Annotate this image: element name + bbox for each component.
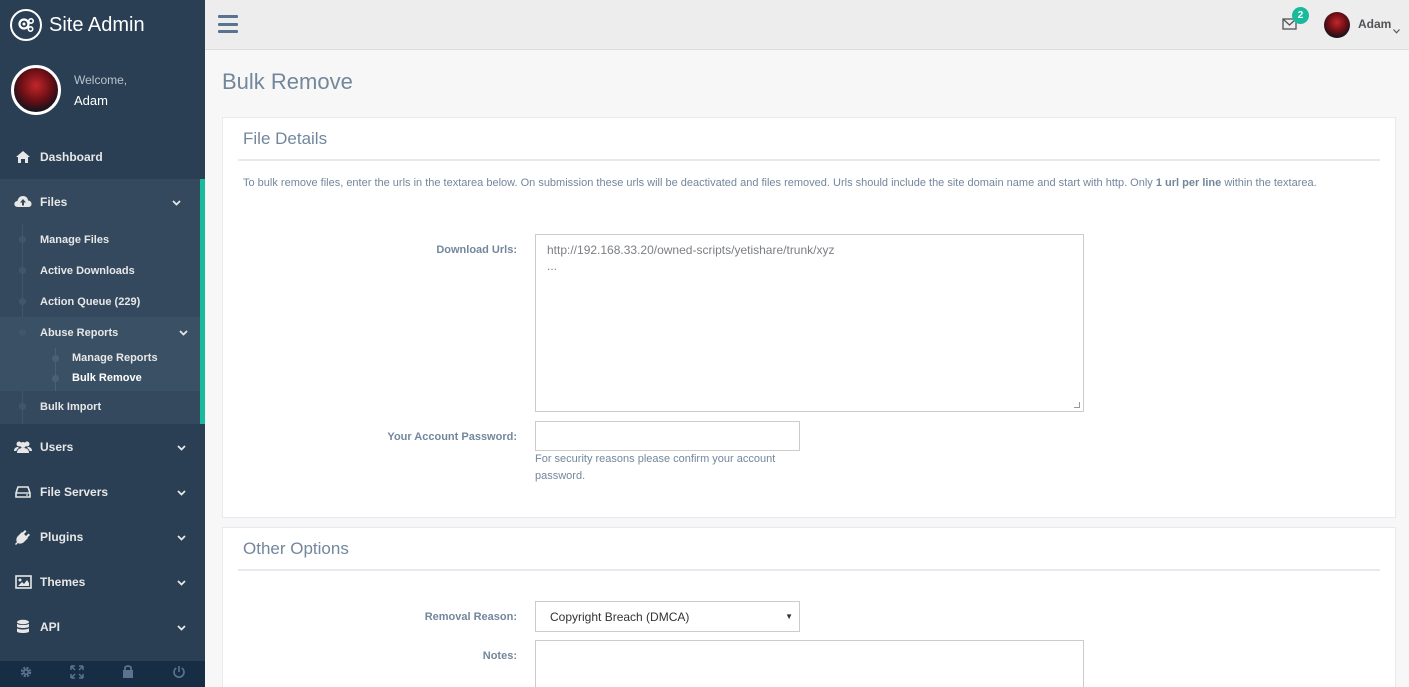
sidebar-item-label: Action Queue (229) [40,295,141,308]
welcome-text: Welcome, [74,72,128,87]
notes-label: Notes: [482,650,517,662]
cogs-icon [10,9,42,41]
chevron-down-icon [1393,21,1400,39]
intro-text-part: To bulk remove files, enter the urls in … [243,177,1156,189]
sidebar-item-label: Active Downloads [40,264,135,277]
sidebar-item-label: Abuse Reports [40,326,119,339]
intro-text-part: within the textarea. [1221,177,1317,189]
chevron-down-icon [177,620,187,634]
chevron-down-icon [179,327,188,339]
intro-text-bold: 1 url per line [1155,177,1222,189]
sidebar-item-manage-files[interactable]: Manage Files [0,224,200,255]
notes-textarea[interactable] [535,640,1084,687]
sidebar-footer [0,661,205,687]
sidebar-item-bulk-import[interactable]: Bulk Import [0,391,200,422]
file-details-panel: File Details To bulk remove files, enter… [222,117,1396,518]
top-nav: 2 Adam [205,0,1409,50]
profile-name: Adam [74,92,108,108]
profile: Welcome, Adam [0,50,205,130]
sidebar-item-bulk-remove[interactable]: Bulk Remove [0,368,200,388]
app-title: Site Admin [49,13,145,36]
users-icon [13,440,33,454]
sidebar-item-themes[interactable]: Themes [0,559,205,604]
lock-icon [122,664,134,684]
sidebar-item-label: Themes [40,574,86,589]
avatar[interactable] [1324,12,1350,38]
sidebar-item-manage-reports[interactable]: Manage Reports [0,348,200,368]
sidebar-item-label: Manage Reports [72,352,158,364]
notification-badge: 2 [1292,7,1309,24]
chevron-down-icon [177,575,187,589]
chevron-down-icon [177,530,187,544]
password-help-text: For security reasons please confirm your… [535,453,776,482]
avatar [11,65,61,115]
main-content: Bulk Remove File Details To bulk remove … [205,51,1409,687]
files-submenu: Manage Files Active Downloads Action Que… [0,224,205,424]
sidebar: Site Admin Welcome, Adam Dashboard Files… [0,0,205,687]
download-urls-label: Download Urls: [436,244,517,256]
intro-text: To bulk remove files, enter the urls in … [243,175,1363,192]
cloud-upload-icon [13,195,33,208]
sidebar-item-label: Bulk Remove [72,372,142,384]
sidebar-item-file-servers[interactable]: File Servers [0,469,205,514]
fullscreen-button[interactable] [51,661,102,687]
removal-reason-label: Removal Reason: [424,611,517,623]
power-icon [172,665,186,684]
image-icon [13,574,33,589]
user-menu-name[interactable]: Adam [1358,17,1391,31]
sidebar-item-abuse-reports[interactable]: Abuse Reports [0,317,200,348]
password-label: Your Account Password: [387,431,517,443]
home-icon [13,150,33,164]
chevron-down-icon [177,485,187,499]
sidebar-item-label: API [40,619,61,634]
sidebar-item-dashboard[interactable]: Dashboard [0,134,205,179]
sidebar-item-label: Files [40,194,68,209]
hdd-icon [13,485,33,498]
database-icon [13,619,33,635]
sidebar-item-files[interactable]: Files [0,179,205,224]
brand[interactable]: Site Admin [0,0,205,50]
other-options-panel: Other Options Removal Reason: Copyright … [222,527,1396,687]
panel-title: File Details [238,118,1380,161]
removal-reason-select[interactable]: Copyright Breach (DMCA) ▼ [535,601,800,632]
chevron-down-icon [177,440,187,454]
page-title: Bulk Remove [222,69,353,94]
sidebar-item-label: Plugins [40,529,84,544]
download-urls-textarea[interactable]: http://192.168.33.20/owned-scripts/yetis… [535,234,1084,412]
panel-title: Other Options [238,528,1380,571]
sidebar-item-users[interactable]: Users [0,424,205,469]
sidebar-item-label: Bulk Import [40,400,102,413]
settings-button[interactable] [0,661,51,687]
fullscreen-icon [70,664,84,684]
sidebar-item-label: File Servers [40,484,109,499]
resize-handle[interactable] [1074,402,1080,408]
chevron-down-icon [172,195,182,209]
plug-icon [13,529,33,545]
sidebar-item-active-downloads[interactable]: Active Downloads [0,255,200,286]
abuse-submenu: Manage Reports Bulk Remove [0,348,200,391]
menu-toggle-icon[interactable] [218,15,238,33]
sidebar-item-label: Users [40,439,74,454]
sidebar-item-label: Dashboard [40,149,103,164]
gear-icon [19,665,33,684]
sidebar-item-api[interactable]: API [0,604,205,649]
logout-button[interactable] [154,661,205,687]
lock-button[interactable] [103,661,154,687]
caret-down-icon: ▼ [785,612,793,621]
sidebar-item-plugins[interactable]: Plugins [0,514,205,559]
sidebar-item-label: Manage Files [40,233,110,246]
password-field[interactable] [535,421,800,451]
sidebar-nav: Dashboard Files Manage Files Active Down… [0,134,205,649]
sidebar-item-action-queue[interactable]: Action Queue (229) [0,286,200,317]
removal-reason-value: Copyright Breach (DMCA) [550,609,690,624]
